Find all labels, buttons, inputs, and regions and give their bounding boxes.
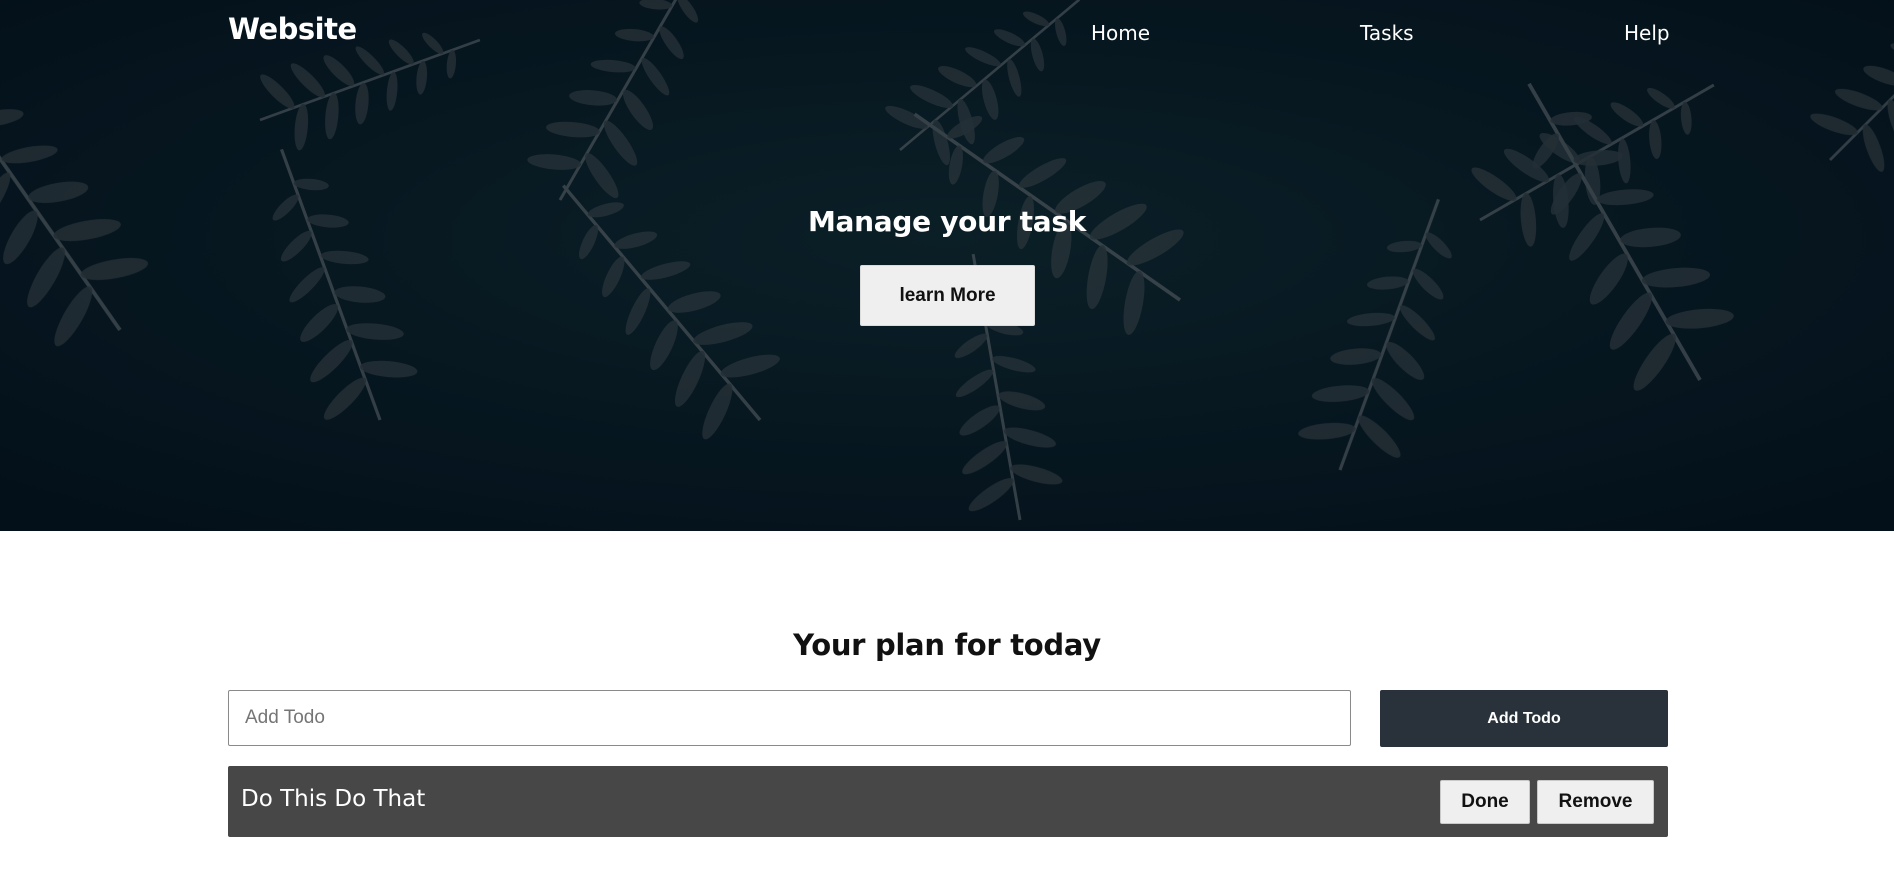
remove-button[interactable]: Remove bbox=[1537, 780, 1654, 824]
add-todo-button[interactable]: Add Todo bbox=[1380, 690, 1668, 747]
navbar: Website Home Tasks Help bbox=[0, 0, 1894, 66]
nav-link-help[interactable]: Help bbox=[1624, 21, 1670, 45]
nav-link-tasks[interactable]: Tasks bbox=[1360, 21, 1414, 45]
done-button[interactable]: Done bbox=[1440, 780, 1530, 824]
brand-logo[interactable]: Website bbox=[228, 12, 357, 46]
hero-section: Website Home Tasks Help Manage your task… bbox=[0, 0, 1894, 531]
learn-more-button[interactable]: learn More bbox=[860, 265, 1035, 326]
nav-link-home[interactable]: Home bbox=[1091, 21, 1150, 45]
add-todo-input[interactable] bbox=[228, 690, 1351, 746]
plan-title: Your plan for today bbox=[793, 628, 1101, 662]
todo-list-item: Do This Do That Done Remove bbox=[228, 766, 1668, 837]
todo-item-text: Do This Do That bbox=[241, 786, 426, 812]
hero-title: Manage your task bbox=[807, 205, 1087, 238]
